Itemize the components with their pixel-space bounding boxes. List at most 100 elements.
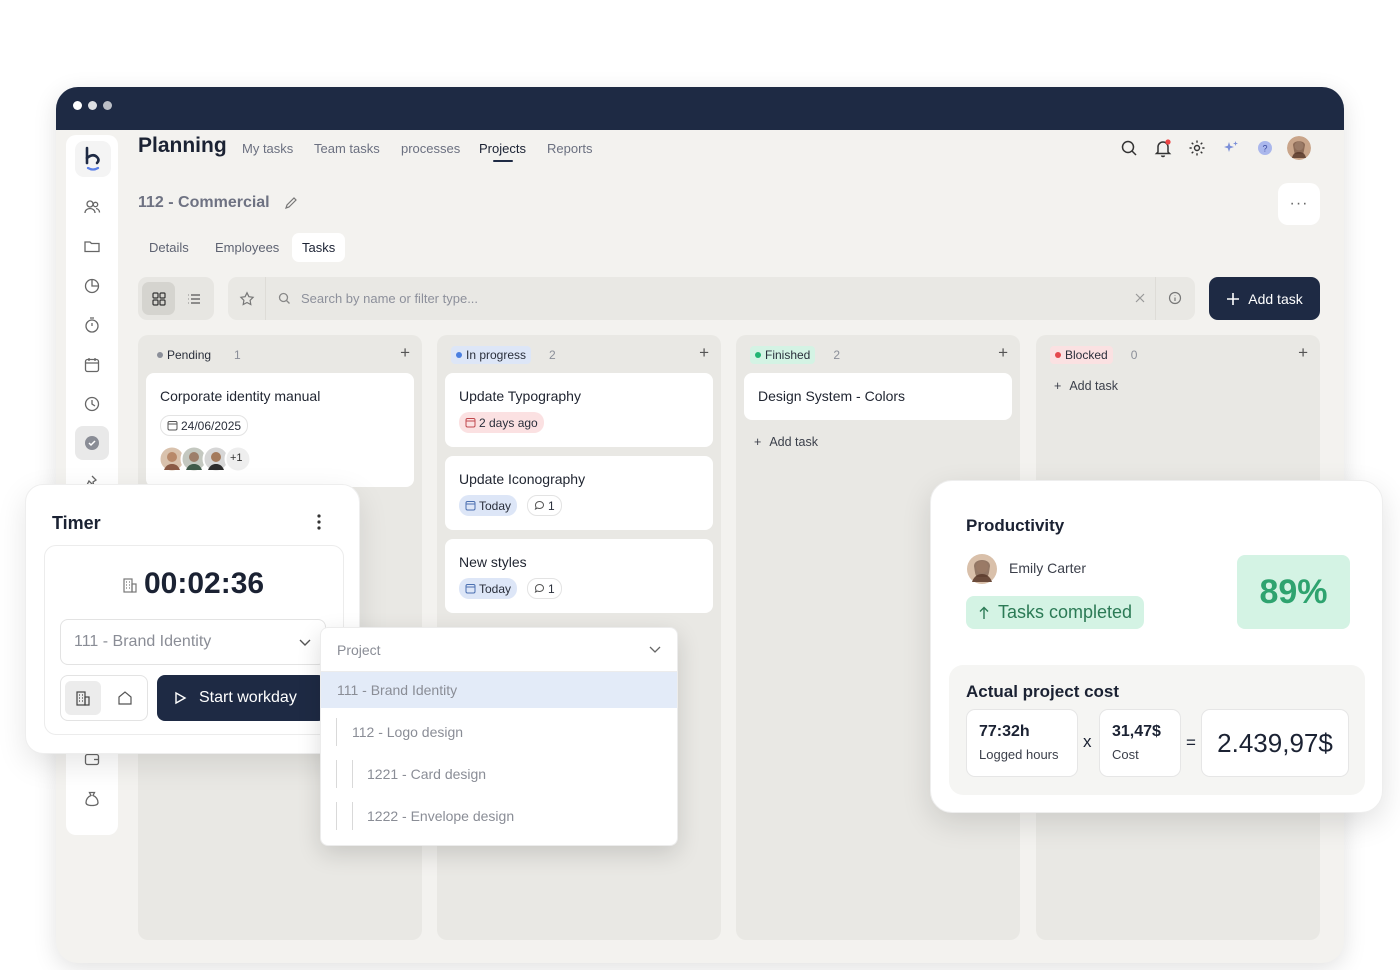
comments-chip: 1 bbox=[527, 495, 562, 516]
office-icon[interactable] bbox=[65, 681, 101, 715]
calendar-icon[interactable] bbox=[82, 355, 102, 375]
productivity-percent: 89% bbox=[1237, 555, 1350, 629]
start-workday-button[interactable]: Start workday bbox=[157, 675, 326, 721]
info-icon[interactable] bbox=[1168, 291, 1182, 305]
nav-projects[interactable]: Projects bbox=[479, 141, 526, 156]
list-view-icon[interactable] bbox=[177, 282, 210, 315]
total-cost-value: 2.439,97$ bbox=[1201, 709, 1349, 777]
add-plus-icon[interactable]: + bbox=[998, 343, 1008, 363]
task-card[interactable]: Design System - Colors bbox=[744, 373, 1012, 420]
calendar-icon bbox=[167, 421, 178, 431]
status-dot bbox=[456, 352, 462, 358]
add-plus-icon[interactable]: + bbox=[1298, 343, 1308, 363]
add-plus-icon[interactable]: + bbox=[699, 343, 709, 363]
dropdown-option[interactable]: 1221 - Card design bbox=[321, 756, 677, 792]
status-dot bbox=[1055, 352, 1061, 358]
status-pill: Blocked bbox=[1050, 346, 1113, 364]
view-toggle bbox=[138, 277, 214, 320]
app-logo[interactable] bbox=[75, 141, 111, 177]
productivity-title: Productivity bbox=[966, 516, 1065, 535]
project-select[interactable]: 111 - Brand Identity bbox=[60, 619, 326, 665]
productivity-panel: Productivity Emily Carter Tasks complete… bbox=[930, 480, 1383, 813]
dropdown-option[interactable]: 111 - Brand Identity bbox=[321, 672, 677, 708]
search-icon[interactable] bbox=[1119, 138, 1139, 158]
tree-guide bbox=[336, 802, 337, 830]
stopwatch-icon[interactable] bbox=[82, 315, 102, 335]
users-icon[interactable] bbox=[82, 197, 102, 217]
window-dot-maximize[interactable] bbox=[103, 101, 112, 110]
kebab-menu-icon[interactable] bbox=[316, 513, 322, 531]
pie-chart-icon[interactable] bbox=[82, 276, 102, 296]
calendar-icon bbox=[465, 584, 476, 594]
project-title: 112 - Commercial bbox=[138, 194, 270, 211]
work-mode-toggle bbox=[60, 675, 148, 721]
date-chip: 24/06/2025 bbox=[160, 415, 249, 436]
status-pill: Finished bbox=[750, 346, 816, 364]
task-card[interactable]: Corporate identity manual 24/06/2025 +1 bbox=[146, 373, 414, 487]
tree-guide bbox=[352, 760, 353, 788]
equals-sign: = bbox=[1186, 733, 1196, 752]
timer-display: 00:02:36 bbox=[144, 567, 265, 600]
tab-details[interactable]: Details bbox=[149, 240, 189, 255]
home-icon[interactable] bbox=[107, 681, 143, 715]
cost-rate-label: Cost bbox=[1112, 747, 1139, 762]
comments-count: 1 bbox=[548, 498, 555, 513]
clock-history-icon[interactable] bbox=[82, 394, 102, 414]
column-count: 1 bbox=[234, 348, 241, 362]
nav-reports[interactable]: Reports bbox=[547, 141, 593, 156]
column-header: In progress 2 bbox=[451, 346, 556, 364]
grid-view-icon[interactable] bbox=[142, 282, 175, 315]
calendar-icon bbox=[465, 418, 476, 428]
bell-icon[interactable] bbox=[1153, 138, 1173, 158]
add-task-button[interactable]: Add task bbox=[1209, 277, 1320, 320]
card-title: Corporate identity manual bbox=[160, 388, 321, 404]
building-icon bbox=[121, 576, 139, 594]
nav-team-tasks[interactable]: Team tasks bbox=[314, 141, 380, 156]
folder-icon[interactable] bbox=[82, 236, 102, 256]
tab-employees[interactable]: Employees bbox=[215, 240, 279, 255]
person-avatar bbox=[966, 553, 998, 585]
task-card[interactable]: Update Typography 2 days ago bbox=[445, 373, 713, 447]
logo-icon bbox=[85, 146, 100, 171]
option-label: 111 - Brand Identity bbox=[337, 682, 458, 698]
window-titlebar bbox=[56, 87, 1344, 130]
add-task-text: Add task bbox=[769, 435, 818, 449]
project-dropdown: Project 111 - Brand Identity 112 - Logo … bbox=[320, 627, 678, 846]
money-bag-icon[interactable] bbox=[82, 789, 102, 809]
tab-tasks[interactable]: Tasks bbox=[292, 233, 346, 262]
task-card[interactable]: New styles Today 1 bbox=[445, 539, 713, 613]
more-options-button[interactable]: ··· bbox=[1278, 183, 1320, 225]
dropdown-option[interactable]: 112 - Logo design bbox=[321, 714, 677, 750]
tasks-check-icon[interactable] bbox=[75, 426, 109, 460]
clear-search-icon[interactable] bbox=[1134, 292, 1146, 304]
search-input[interactable]: Search by name or filter type... bbox=[301, 291, 478, 306]
gear-icon[interactable] bbox=[1187, 138, 1207, 158]
window-dot-close[interactable] bbox=[73, 101, 82, 110]
search-bar: Search by name or filter type... bbox=[228, 277, 1195, 320]
page-title: Planning bbox=[138, 134, 227, 157]
comments-chip: 1 bbox=[527, 578, 562, 599]
status-dot bbox=[157, 352, 163, 358]
comment-icon bbox=[534, 584, 545, 593]
plus-icon: + bbox=[754, 435, 762, 449]
user-avatar[interactable] bbox=[1286, 135, 1312, 161]
dropdown-option[interactable]: 1222 - Envelope design bbox=[321, 798, 677, 834]
task-card[interactable]: Update Iconography Today 1 bbox=[445, 456, 713, 530]
add-task-row[interactable]: + Add task bbox=[754, 435, 818, 449]
due-label: Today bbox=[479, 498, 512, 513]
status-pill: In progress bbox=[451, 346, 532, 364]
add-plus-icon[interactable]: + bbox=[400, 343, 410, 363]
window-dot-minimize[interactable] bbox=[88, 101, 97, 110]
column-header: Pending 1 bbox=[152, 346, 241, 364]
date-label: 24/06/2025 bbox=[181, 418, 242, 433]
dropdown-header[interactable]: Project bbox=[321, 628, 677, 672]
favorite-star-icon[interactable] bbox=[228, 277, 266, 320]
help-icon[interactable]: ? bbox=[1255, 138, 1275, 158]
add-task-row[interactable]: + Add task bbox=[1054, 379, 1118, 393]
nav-processes[interactable]: processes bbox=[401, 141, 460, 156]
edit-pencil-icon[interactable] bbox=[284, 196, 298, 210]
tree-guide bbox=[352, 802, 353, 830]
option-label: 1222 - Envelope design bbox=[367, 808, 515, 824]
sparkle-icon[interactable] bbox=[1221, 138, 1241, 158]
nav-my-tasks[interactable]: My tasks bbox=[242, 141, 293, 156]
